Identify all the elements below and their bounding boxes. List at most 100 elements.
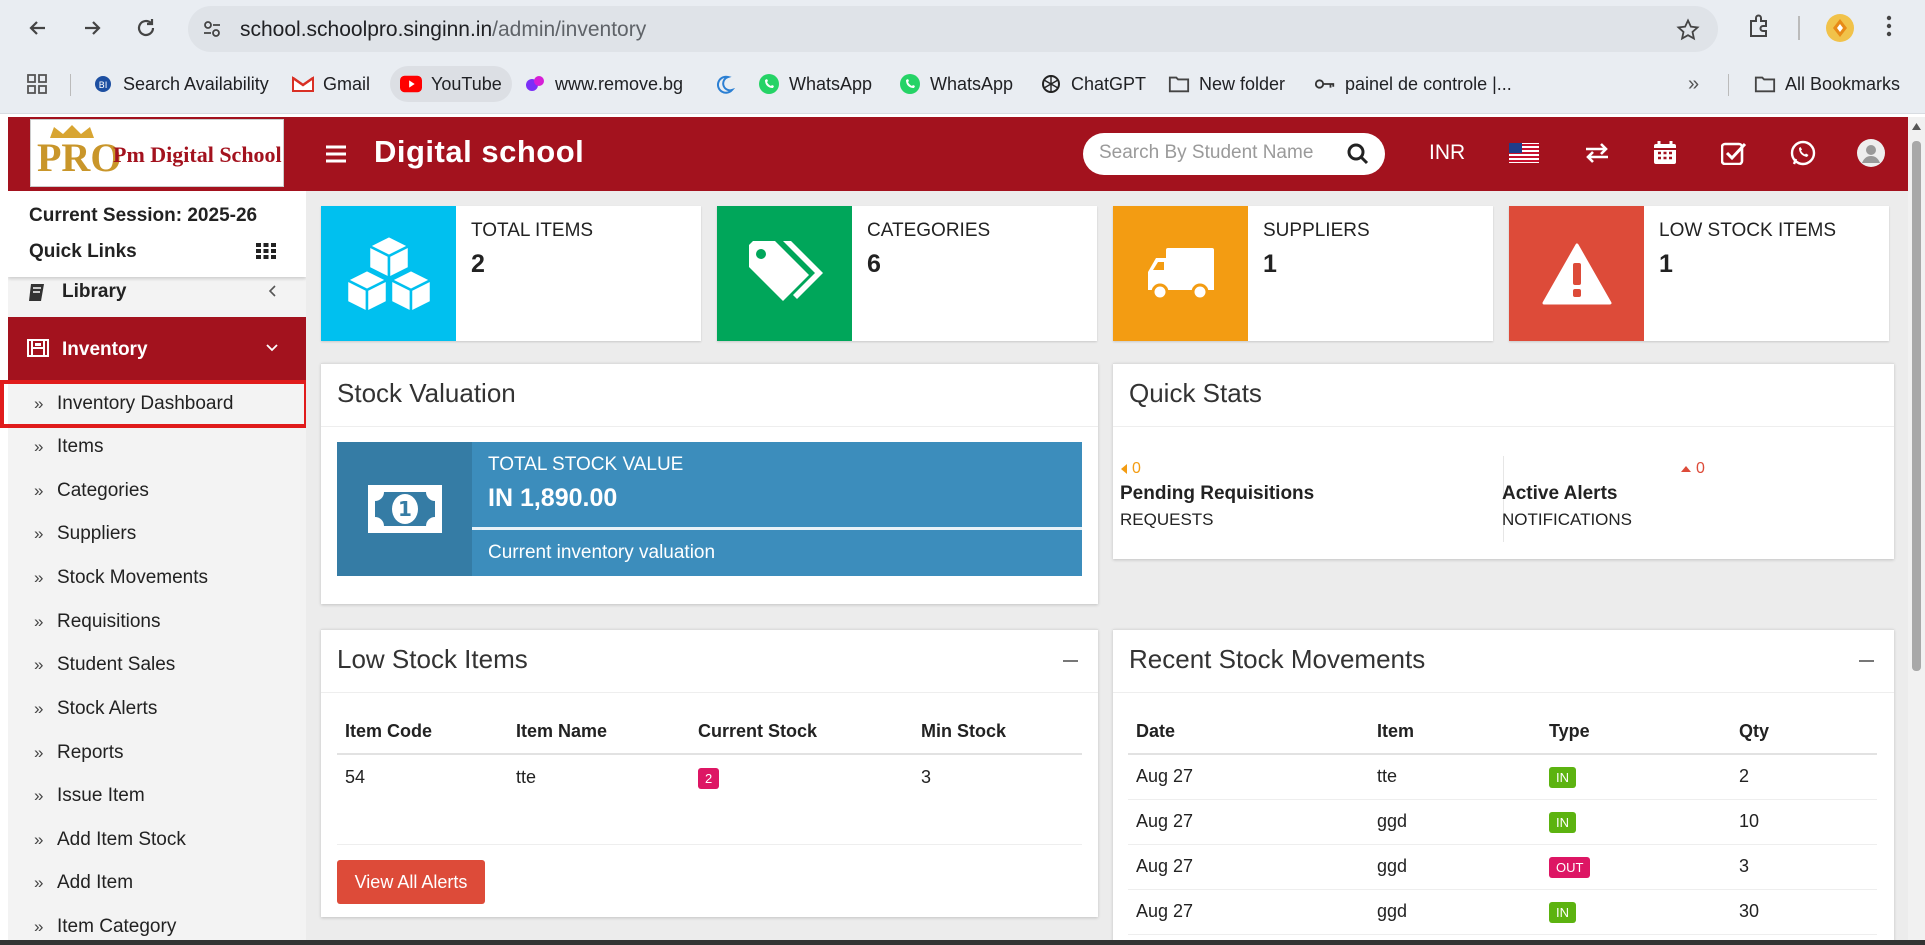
stat-sublabel: REQUESTS [1120, 510, 1214, 529]
whatsapp-icon [758, 73, 780, 95]
collapse-minus-icon[interactable] [1063, 660, 1078, 662]
date-cell: Aug 27 [1128, 844, 1369, 890]
user-avatar-icon[interactable] [1855, 137, 1887, 169]
url-text[interactable]: school.schoolpro.singinn.in/admin/invent… [240, 18, 646, 42]
browser-menu-icon[interactable] [1885, 12, 1893, 40]
sidebar-item-add-item[interactable]: » Add Item [8, 863, 306, 903]
total-items-card[interactable]: TOTAL ITEMS 2 [321, 206, 701, 341]
address-bar[interactable]: school.schoolpro.singinn.in/admin/invent… [188, 6, 1718, 52]
page-scrollbar[interactable] [1908, 117, 1925, 945]
extensions-icon[interactable] [1745, 12, 1773, 40]
type-cell: IN [1541, 889, 1731, 935]
chevron-down-icon [266, 344, 278, 352]
reload-icon[interactable] [130, 12, 162, 44]
quick-links-label[interactable]: Quick Links [29, 241, 137, 263]
item-cell: ggd [1369, 844, 1541, 890]
sidebar-item-suppliers[interactable]: » Suppliers [8, 514, 306, 554]
stat-title: SUPPLIERS [1263, 220, 1370, 241]
min-stock-cell: 3 [913, 754, 1082, 845]
exchange-icon[interactable] [1581, 137, 1613, 169]
folder-icon [1754, 73, 1776, 95]
removebg-icon [524, 73, 546, 95]
bookmark-whatsapp-1[interactable]: WhatsApp [752, 66, 878, 102]
item-cell: tte [1369, 754, 1541, 800]
sidebar-item-items[interactable]: » Items [8, 427, 306, 467]
svg-text:1: 1 [398, 497, 412, 521]
all-bookmarks-button[interactable]: All Bookmarks [1748, 66, 1906, 102]
us-flag-icon[interactable] [1508, 137, 1540, 169]
scroll-up-icon[interactable] [1912, 123, 1921, 130]
stat-title: LOW STOCK ITEMS [1659, 220, 1837, 241]
bookmark-label: www.remove.bg [555, 73, 684, 94]
bookmark-moon[interactable] [708, 66, 742, 102]
column-header: Item Name [508, 710, 690, 755]
sidebar-toggle-icon[interactable] [326, 145, 346, 163]
bookmark-removebg[interactable]: www.remove.bg [518, 66, 689, 102]
bookmark-gmail[interactable]: Gmail [286, 66, 376, 102]
bookmark-whatsapp-2[interactable]: WhatsApp [893, 66, 1019, 102]
bookmark-painel[interactable]: painel de controle |... [1308, 66, 1518, 102]
item-cell: ggd [1369, 799, 1541, 845]
bookmark-chatgpt[interactable]: ChatGPT [1034, 66, 1152, 102]
panel-divider [1113, 426, 1894, 427]
table-header-row: Date Item Type Qty [1128, 710, 1877, 755]
whatsapp-icon[interactable] [1787, 137, 1819, 169]
stat-sublabel: NOTIFICATIONS [1502, 510, 1633, 529]
student-search-input[interactable] [1099, 142, 1329, 164]
qty-cell: 2 [1731, 754, 1877, 800]
categories-card[interactable]: CATEGORIES 6 [717, 206, 1097, 341]
key-icon [1314, 73, 1336, 95]
column-header: Qty [1731, 710, 1877, 755]
column-header: Current Stock [690, 710, 913, 755]
quick-links-grid-icon[interactable] [256, 243, 276, 259]
panel-divider [321, 692, 1098, 693]
task-check-icon[interactable] [1718, 137, 1750, 169]
scrollbar-thumb[interactable] [1912, 141, 1921, 671]
sidebar-item-add-item-stock[interactable]: » Add Item Stock [8, 820, 306, 860]
truck-icon [1113, 206, 1248, 341]
low-stock-items-card[interactable]: LOW STOCK ITEMS 1 [1509, 206, 1889, 341]
view-all-alerts-button[interactable]: View All Alerts [337, 860, 485, 904]
profile-extension-icon[interactable] [1825, 13, 1855, 43]
forward-icon[interactable] [76, 12, 108, 44]
apps-grid-icon[interactable] [20, 66, 54, 102]
calendar-icon[interactable] [1649, 137, 1681, 169]
more-bookmarks-chevron-icon[interactable]: » [1682, 66, 1705, 102]
sidebar-item-inventory[interactable]: Inventory [8, 317, 306, 381]
table-row: 54 tte 2 3 [337, 754, 1082, 845]
bookmark-youtube[interactable]: YouTube [390, 66, 512, 102]
search-icon[interactable] [1347, 143, 1369, 165]
panel-title: Recent Stock Movements [1129, 644, 1426, 674]
sidebar-item-label: Inventory [62, 339, 148, 360]
caret-left-icon [1121, 464, 1127, 474]
stat-label: Pending Requisitions [1120, 483, 1315, 504]
bookmark-star-icon[interactable] [1676, 18, 1700, 42]
double-chevron-right-icon: » [34, 568, 44, 587]
collapse-minus-icon[interactable] [1859, 660, 1874, 662]
sidebar-item-categories[interactable]: » Categories [8, 471, 306, 511]
cubes-icon [321, 206, 456, 341]
bookmark-new-folder[interactable]: New folder [1162, 66, 1291, 102]
table-row: Aug 27 ggd IN 10 [1128, 799, 1877, 845]
bookmark-search-availability[interactable]: BI Search Availability [86, 66, 275, 102]
column-header: Item [1369, 710, 1541, 755]
double-chevron-right-icon: » [34, 786, 44, 805]
youtube-icon [400, 73, 422, 95]
sidebar-item-label: Stock Alerts [57, 698, 158, 719]
sidebar-item-issue-item[interactable]: » Issue Item [8, 776, 306, 816]
browser-toolbar: school.schoolpro.singinn.in/admin/invent… [0, 0, 1925, 56]
sidebar-item-requisitions[interactable]: » Requisitions [8, 602, 306, 642]
back-icon[interactable] [22, 12, 54, 44]
site-settings-icon[interactable] [202, 19, 222, 39]
progress-bar [472, 527, 1082, 530]
currency-selector[interactable]: INR [1429, 141, 1465, 165]
type-badge: IN [1549, 901, 1576, 923]
school-logo[interactable]: PRO Pm Digital School [30, 119, 284, 187]
sidebar-item-student-sales[interactable]: » Student Sales [8, 645, 306, 685]
suppliers-card[interactable]: SUPPLIERS 1 [1113, 206, 1493, 341]
sidebar-item-stock-movements[interactable]: » Stock Movements [8, 558, 306, 598]
stat-change-value: 0 [1696, 460, 1705, 477]
sidebar-item-reports[interactable]: » Reports [8, 733, 306, 773]
table-row: Aug 27 ggd OUT 3 [1128, 844, 1877, 890]
sidebar-item-stock-alerts[interactable]: » Stock Alerts [8, 689, 306, 729]
